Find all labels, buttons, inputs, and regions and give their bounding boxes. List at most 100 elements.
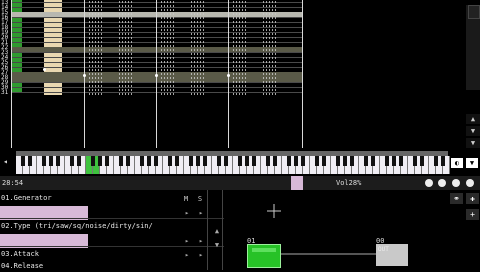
pattern-row[interactable] [11, 42, 303, 43]
piano-black-key[interactable] [98, 156, 102, 166]
scrollbar-thumb[interactable] [468, 5, 480, 19]
piano-black-key[interactable] [70, 156, 74, 166]
piano-black-key[interactable] [168, 156, 172, 166]
piano-black-key[interactable] [441, 156, 445, 166]
piano-black-key[interactable] [119, 156, 123, 166]
piano-black-key[interactable] [315, 156, 319, 166]
instrument-item-01[interactable]: 01.Generator [0, 194, 179, 202]
piano-black-key[interactable] [336, 156, 340, 166]
pattern-row[interactable] [11, 67, 303, 68]
piano-black-key[interactable] [217, 156, 221, 166]
expand-arrow-icon[interactable]: ▸ [196, 208, 206, 218]
pattern-row[interactable] [11, 17, 303, 18]
pattern-row[interactable] [11, 92, 303, 93]
piano-black-key[interactable] [245, 156, 249, 166]
piano-black-key[interactable] [91, 156, 95, 166]
instrument-item-03[interactable]: 03.Attack [0, 250, 179, 258]
piano-black-key[interactable] [343, 156, 347, 166]
pattern-row[interactable] [11, 2, 303, 3]
piano-black-key[interactable] [413, 156, 417, 166]
pattern-row[interactable] [11, 32, 303, 33]
track-divider [11, 0, 12, 148]
piano-black-key[interactable] [238, 156, 242, 166]
piano-black-key[interactable] [252, 156, 256, 166]
play-icon[interactable] [425, 179, 433, 187]
piano-black-key[interactable] [392, 156, 396, 166]
piano-black-key[interactable] [77, 156, 81, 166]
piano-black-key[interactable] [105, 156, 109, 166]
pattern-row[interactable] [11, 57, 303, 58]
pattern-row[interactable] [11, 7, 303, 8]
divider [0, 246, 224, 247]
piano-black-key[interactable] [350, 156, 354, 166]
piano-black-key[interactable] [266, 156, 270, 166]
piano-black-key[interactable] [420, 156, 424, 166]
piano-black-key[interactable] [322, 156, 326, 166]
piano-black-key[interactable] [224, 156, 228, 166]
piano-black-key[interactable] [399, 156, 403, 166]
expand-arrow-icon[interactable]: ▸ [182, 250, 192, 260]
piano-keyboard[interactable] [0, 148, 466, 176]
pattern-editor[interactable]: 13 14 15 16 17 18 19 20 21 22 23 24 25 26 27 28 29 30 31 [0, 0, 466, 148]
link-icon[interactable]: ⚭ [450, 193, 463, 204]
keyboard-toggle-icon[interactable]: ◐ [451, 158, 463, 168]
pattern-row[interactable] [11, 87, 303, 88]
piano-black-key[interactable] [140, 156, 144, 166]
keyboard-down-icon[interactable]: ▼ [466, 158, 478, 168]
pattern-row[interactable] [11, 27, 303, 28]
volume-display[interactable]: Vol28% [336, 179, 361, 187]
expand-arrow-icon[interactable]: ▸ [182, 236, 192, 246]
piano-black-key[interactable] [154, 156, 158, 166]
piano-black-key[interactable] [203, 156, 207, 166]
piano-black-key[interactable] [56, 156, 60, 166]
piano-black-key[interactable] [42, 156, 46, 166]
pattern-row[interactable] [11, 82, 303, 83]
track-dots-4 [190, 0, 204, 95]
scroll-up-icon[interactable]: ▲ [466, 114, 480, 124]
piano-black-key[interactable] [364, 156, 368, 166]
piano-black-key[interactable] [126, 156, 130, 166]
stop-icon[interactable] [438, 179, 446, 187]
piano-black-key[interactable] [273, 156, 277, 166]
record-icon[interactable] [452, 179, 460, 187]
scroll-up-icon[interactable]: ▲ [212, 226, 222, 236]
status-marker [291, 176, 303, 190]
piano-black-key[interactable] [385, 156, 389, 166]
module-graph[interactable]: 01 00 OUT ⚭ ✚ + [224, 190, 480, 270]
pattern-row[interactable] [11, 62, 303, 63]
instrument-item-02[interactable]: 02.Type (tri/saw/sq/noise/dirty/sin/ [0, 222, 179, 230]
scroll-bottom-icon[interactable]: ▼ [466, 138, 480, 148]
piano-black-key[interactable] [49, 156, 53, 166]
piano-black-key[interactable] [287, 156, 291, 166]
piano-black-key[interactable] [147, 156, 151, 166]
track-dots-5 [232, 0, 246, 95]
keyboard-left-icon[interactable]: ◂ [3, 157, 13, 169]
add-module-icon[interactable]: + [466, 209, 479, 220]
settings-icon[interactable]: ✚ [466, 193, 479, 204]
piano-black-key[interactable] [175, 156, 179, 166]
piano-black-key[interactable] [301, 156, 305, 166]
output-node[interactable]: OUT [376, 244, 408, 266]
piano-black-key[interactable] [28, 156, 32, 166]
piano-black-key[interactable] [294, 156, 298, 166]
piano-black-key[interactable] [21, 156, 25, 166]
piano-black-key[interactable] [371, 156, 375, 166]
scroll-down-icon[interactable]: ▼ [212, 240, 222, 250]
piano-black-key[interactable] [434, 156, 438, 166]
piano-black-key[interactable] [189, 156, 193, 166]
generator-node[interactable] [247, 244, 281, 268]
pattern-row[interactable] [11, 52, 303, 53]
expand-arrow-icon[interactable]: ▸ [196, 250, 206, 260]
beat-marker [83, 74, 86, 77]
scroll-down-icon[interactable]: ▼ [466, 126, 480, 136]
pattern-row[interactable] [11, 37, 303, 38]
track-dots-1 [88, 0, 102, 95]
expand-arrow-icon[interactable]: ▸ [182, 208, 192, 218]
pattern-row[interactable] [11, 22, 303, 23]
instrument-item-04[interactable]: 04.Release [0, 262, 179, 270]
separator [207, 190, 208, 270]
expand-arrow-icon[interactable]: ▸ [196, 236, 206, 246]
loop-icon[interactable] [466, 179, 474, 187]
solo-header: S [197, 195, 203, 203]
piano-black-key[interactable] [196, 156, 200, 166]
